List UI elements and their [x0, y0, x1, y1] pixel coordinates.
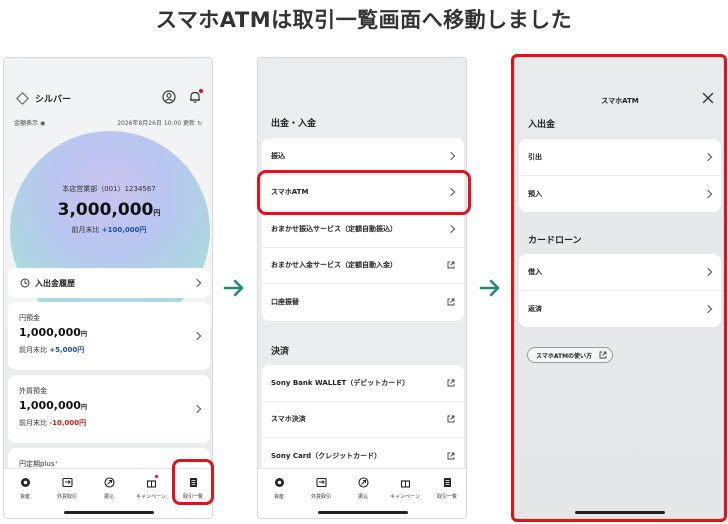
- rank-badge[interactable]: シルバー: [16, 92, 72, 105]
- header-icons: [162, 89, 203, 104]
- amount-toggle-label: 金額表示: [14, 120, 39, 127]
- bell-icon[interactable]: [188, 89, 203, 104]
- rank-label: シルバー: [35, 95, 72, 105]
- deposit-withdraw-list: 振込 スマホATM おまかせ振込サービス（定額自動振込） おまかせ入金サービス（…: [262, 138, 464, 321]
- account-delta: 前月末比 +5,000円: [19, 345, 210, 355]
- total-delta: 前月末比 +100,000円: [4, 225, 212, 235]
- account-currency: 円: [80, 331, 87, 338]
- chevron-right-icon: [192, 278, 202, 288]
- asset-icon: [20, 478, 30, 487]
- external-link-icon: [447, 379, 455, 387]
- tab-label: 振込: [357, 494, 368, 500]
- total-balance: 3,000,000円: [4, 200, 212, 220]
- account-value: 1,000,000円: [19, 326, 210, 339]
- tab-asset[interactable]: 資産: [4, 469, 46, 518]
- account-delta: 前月末比 -10,000円: [19, 418, 210, 428]
- profile-icon[interactable]: [162, 90, 176, 104]
- payment-list: Sony Bank WALLET（デビットカード） スマホ決済 Sony Car…: [262, 365, 464, 475]
- amount-toggle[interactable]: 金額表示 ◉: [14, 118, 45, 127]
- eye-icon: ◉: [39, 120, 46, 127]
- account-delta-value: +5,000円: [49, 346, 85, 354]
- yen-deposit-card[interactable]: 円預金 1,000,000円 前月末比 +5,000円: [8, 302, 210, 370]
- menu-item-auto-transfer[interactable]: おまかせ振込サービス（定額自動振込）: [262, 211, 464, 248]
- menu-item-label: おまかせ入金サービス（定額自動入金）: [271, 261, 397, 270]
- chevron-right-icon: [446, 151, 456, 160]
- update-time[interactable]: 2026年8月26日 10:00 更新 ↻: [117, 118, 202, 127]
- total-currency: 円: [153, 209, 161, 217]
- section-title: 出金・入金: [271, 119, 317, 129]
- home-indicator: [64, 511, 154, 514]
- chevron-right-icon: [446, 224, 456, 233]
- menu-item-label: Sony Card（クレジットカード）: [271, 452, 382, 461]
- tab-transactions[interactable]: 取引一覧: [426, 469, 466, 518]
- phone-transactions-screen: 出金・入金 振込 スマホATM おまかせ振込サービス（定額自動振込） おまかせ入…: [257, 57, 467, 519]
- tab-label: 外貨取引: [56, 494, 77, 500]
- tab-label: 外貨取引: [310, 494, 331, 500]
- tab-label: 振込: [103, 494, 114, 500]
- asset-icon: [274, 478, 284, 487]
- tab-label: 取引一覧: [436, 494, 457, 500]
- highlight-smartphone-atm: [257, 170, 471, 215]
- tab-label: 資産: [273, 494, 284, 500]
- headline: スマホATMは取引一覧画面へ移動しました: [155, 8, 573, 32]
- menu-item-label: スマホ決済: [271, 415, 306, 424]
- delta-label: 前月末比: [71, 226, 100, 234]
- list-icon: [443, 478, 451, 487]
- history-label: 入出金履歴: [35, 278, 75, 288]
- tab-asset[interactable]: 資産: [258, 469, 300, 518]
- section-title: 決済: [271, 347, 290, 357]
- tab-label: 資産: [19, 494, 30, 500]
- menu-item-label: 振込: [271, 151, 285, 160]
- gift-icon: [146, 480, 156, 488]
- transfer-icon: [357, 477, 369, 488]
- history-button[interactable]: 入出金履歴: [8, 268, 210, 298]
- diamond-icon: [16, 92, 29, 105]
- account-value: 1,000,000円: [19, 399, 210, 412]
- total-value: 3,000,000: [57, 200, 154, 220]
- history-icon: [20, 278, 30, 288]
- external-link-icon: [447, 415, 455, 423]
- notification-dot: [199, 89, 203, 93]
- account-title: 円預金: [19, 314, 40, 322]
- menu-item-direct-debit[interactable]: 口座振替: [262, 284, 464, 321]
- refresh-icon: ↻: [196, 120, 202, 127]
- tab-label: キャンペーン: [390, 494, 420, 500]
- external-link-icon: [447, 261, 455, 269]
- menu-item-label: 口座振替: [271, 298, 299, 307]
- update-time-label: 2026年8月26日 10:00 更新: [117, 120, 196, 127]
- account-delta-label: 前月末比: [19, 419, 47, 427]
- menu-item-label: おまかせ振込サービス（定額自動振込）: [271, 224, 397, 233]
- gift-icon: [400, 480, 410, 488]
- highlight-transactions-tab: [172, 459, 214, 505]
- phone-home-screen: シルバー 金額表示 ◉ 2026年8月26日 10:00 更新 ↻ 本店営業部（…: [3, 57, 213, 519]
- account-currency: 円: [80, 404, 87, 411]
- account-amount: 1,000,000: [19, 326, 81, 339]
- fx-icon: [61, 477, 73, 488]
- arrow-right-icon: [478, 276, 502, 300]
- account-title: 外貨預金: [19, 387, 47, 395]
- menu-item-label: Sony Bank WALLET（デビットカード）: [271, 378, 410, 387]
- branch-account: 本店営業部（001）1234567: [62, 185, 156, 193]
- external-link-icon: [447, 452, 455, 460]
- tab-label: キャンペーン: [136, 494, 166, 500]
- home-indicator: [318, 511, 408, 514]
- menu-item-bank-wallet[interactable]: Sony Bank WALLET（デビットカード）: [262, 365, 464, 402]
- menu-item-auto-deposit[interactable]: おまかせ入金サービス（定額自動入金）: [262, 248, 464, 284]
- delta-value: +100,000円: [101, 226, 147, 234]
- campaign-dot: [155, 475, 158, 478]
- fx-deposit-card[interactable]: 外貨預金 1,000,000円 前月末比 -10,000円: [8, 375, 210, 443]
- account-delta-value: -10,000円: [49, 419, 87, 427]
- transfer-icon: [103, 477, 115, 488]
- arrow-right-icon: [222, 276, 246, 300]
- highlight-atm-screen: [511, 54, 727, 522]
- fx-icon: [315, 477, 327, 488]
- menu-item-mobile-payment[interactable]: スマホ決済: [262, 402, 464, 438]
- external-link-icon: [447, 298, 455, 306]
- account-delta-label: 前月末比: [19, 346, 47, 354]
- account-amount: 1,000,000: [19, 399, 81, 412]
